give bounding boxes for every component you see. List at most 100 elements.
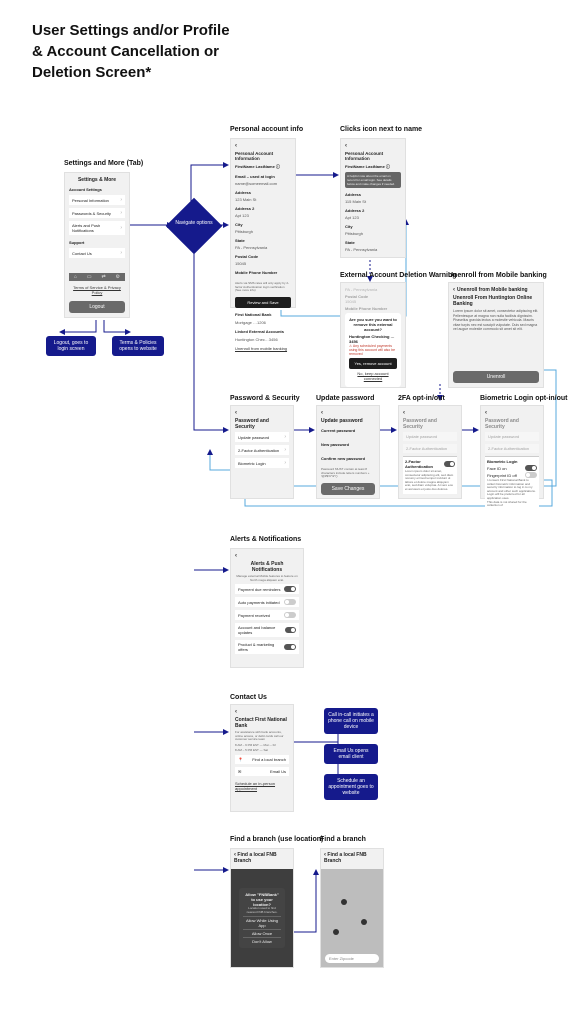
back-icon[interactable]: ‹	[235, 143, 237, 149]
name-row: FirstName LastName ⓘ	[345, 164, 401, 170]
new-label: New password	[321, 442, 375, 447]
back-icon[interactable]: ‹	[345, 143, 347, 149]
search-input[interactable]: Enter Zipcode	[325, 954, 379, 963]
move-icon[interactable]: ⇄	[101, 274, 105, 280]
addr-label: Address	[345, 192, 401, 197]
toggle-balance[interactable]	[285, 627, 296, 633]
decision-label: Navigate options	[174, 220, 214, 226]
back-icon[interactable]: ‹	[485, 410, 487, 416]
map-view[interactable]: Enter Zipcode	[321, 869, 383, 967]
unenroll-link[interactable]: Unenroll from mobile banking	[235, 346, 291, 351]
faceid-toggle[interactable]	[525, 465, 537, 471]
info-icon[interactable]: ⓘ	[386, 164, 390, 169]
nav-2fa[interactable]: 2-Factor Authentication›	[235, 445, 289, 455]
save-button[interactable]: Review and Save	[235, 297, 291, 308]
info-icon[interactable]: ⓘ	[276, 164, 280, 169]
label-update-pw: Update password	[316, 395, 374, 402]
back-icon[interactable]: ‹	[235, 709, 237, 715]
map-pin[interactable]	[333, 929, 339, 935]
terms-link[interactable]: Terms of Service & Privacy Policy	[69, 285, 125, 295]
allow-using-button[interactable]: Allow While Using App	[243, 916, 281, 928]
2fa-toggle[interactable]	[444, 461, 455, 467]
phone-deletion: PA - Pennsylvania Postal Code 15045 Mobi…	[340, 282, 406, 388]
chevron-right-icon: ›	[120, 225, 122, 231]
nav-update-pw[interactable]: Update password›	[235, 432, 289, 442]
logout-button[interactable]: Logout	[69, 301, 125, 313]
back-icon[interactable]: ‹	[453, 287, 455, 293]
toggle-row: Account and balance updates	[235, 623, 299, 637]
label-unenroll: Unenroll from Mobile banking	[448, 272, 547, 279]
cancel-remove-link[interactable]: No, keep account connected	[349, 371, 397, 381]
phone-alerts: ‹ Alerts & Push Notifications Manage ext…	[230, 548, 304, 668]
toggle-marketing[interactable]	[284, 644, 296, 650]
toggle-label: 2-Factor Authentication	[405, 459, 444, 469]
sub: For assistance with bank accounts, onlin…	[235, 731, 289, 742]
toggle-received[interactable]	[284, 612, 296, 618]
title: Personal Account Information	[235, 151, 291, 161]
cur-label: Current password	[321, 428, 375, 433]
label-contact: Contact Us	[230, 694, 267, 701]
modal-title: Allow "FNBBank" to use your location?	[243, 892, 281, 907]
allow-once-button[interactable]: Allow Once	[243, 929, 281, 936]
pw-rules: Password MUST contain at least 8 charact…	[321, 468, 375, 479]
back-icon[interactable]: ‹	[403, 410, 405, 416]
sub: Manage external Mobile features to featu…	[235, 575, 299, 582]
nav-biometric[interactable]: Biometric Login›	[235, 458, 289, 468]
body: Lorem ipsum dolor sit amet, consectetur …	[405, 470, 455, 492]
title: Contact First National Bank	[235, 717, 289, 729]
nav-alerts[interactable]: Alerts and Push Notifications›	[69, 221, 125, 235]
mail-icon: ✉	[238, 769, 241, 774]
title: Personal Account Information	[345, 151, 401, 161]
modal-body: Location used to find nearest FNB branch…	[243, 907, 281, 914]
callout-email: Email Us opens email client	[324, 744, 378, 764]
label-2fa: 2FA opt-in/out	[398, 395, 445, 402]
toggle-autopay[interactable]	[284, 599, 296, 605]
confirm-remove-button[interactable]: Yes, remove account	[349, 358, 397, 369]
back-icon[interactable]: ‹	[321, 410, 323, 416]
tooltip: A helpful note about the email on record…	[345, 172, 401, 188]
addr2-label: Address 2	[235, 206, 291, 211]
note: This data is not shared for the collecti…	[487, 501, 537, 508]
email-link[interactable]: ✉ Email Us	[235, 767, 289, 776]
confirm-label: Confirm new password	[321, 456, 375, 461]
phone-settings: Settings & More Account Settings Persona…	[64, 172, 130, 318]
chevron-right-icon: ›	[120, 197, 122, 203]
decision-diamond	[166, 198, 223, 255]
sms-note: Alerts via SMS rates will only apply by …	[235, 282, 291, 293]
find-branch-link[interactable]: 📍 Find a local branch	[235, 755, 289, 764]
phone-click-icon: ‹ Personal Account Information FirstName…	[340, 138, 406, 258]
toggle-reminders[interactable]	[284, 586, 296, 592]
map-pin[interactable]	[341, 899, 347, 905]
title-line2: & Account Cancellation or	[32, 41, 230, 62]
nav-contact[interactable]: Contact Us›	[69, 248, 125, 258]
card-icon[interactable]: ▭	[87, 274, 92, 280]
schedule-link[interactable]: Schedule an in-person appointment	[235, 781, 289, 791]
label-personal-info: Personal account info	[230, 126, 303, 133]
title: Alerts & Push Notifications	[235, 561, 299, 573]
callout-logout: Logout, goes to login screen	[46, 336, 96, 356]
state-label: State	[235, 238, 291, 243]
home-icon[interactable]: ⌂	[74, 274, 77, 280]
finger-toggle[interactable]	[525, 472, 537, 478]
phone-biometric: ‹ Password and Security Update password …	[480, 405, 544, 499]
page-title: User Settings and/or Profile & Account C…	[32, 20, 230, 83]
chevron-right-icon: ›	[284, 447, 286, 453]
deny-button[interactable]: Don't Allow	[243, 937, 281, 944]
back-icon[interactable]: ‹	[235, 553, 237, 559]
gear-icon[interactable]: ⚙	[116, 274, 120, 280]
title-line3: Deletion Screen*	[32, 62, 230, 83]
label-ext-deletion: External Account Deletion Warning	[340, 272, 457, 279]
modal-account: Huntington Checking …3456	[349, 334, 397, 344]
nav-passwords[interactable]: Passwords & Security›	[69, 208, 125, 218]
callout-schedule: Schedule an appointment goes to website	[324, 774, 378, 800]
addr-val: 123 Main St	[235, 197, 291, 202]
bio-label: Biometric Login	[487, 459, 517, 464]
map-pin[interactable]	[361, 919, 367, 925]
postal-label: Postal Code	[235, 254, 291, 259]
save-pw-button[interactable]: Save Changes	[321, 483, 375, 495]
back-icon[interactable]: ‹	[235, 410, 237, 416]
unenroll-button[interactable]: Unenroll	[453, 371, 539, 383]
chevron-right-icon: ›	[120, 250, 122, 256]
nav-personal-info[interactable]: Personal Information›	[69, 195, 125, 205]
toggle-row: Payment due reminders	[235, 584, 299, 594]
